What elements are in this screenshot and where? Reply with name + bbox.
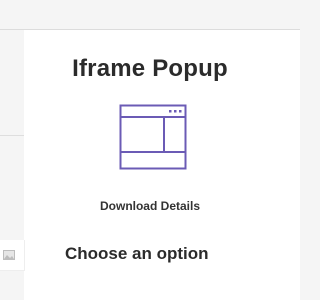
page: Iframe Popup Download Details Choose an … bbox=[0, 0, 300, 300]
popup-title: Iframe Popup bbox=[72, 55, 228, 82]
image-placeholder-icon bbox=[3, 250, 15, 260]
download-details-link[interactable]: Download Details bbox=[0, 199, 300, 213]
side-thumbnail[interactable] bbox=[0, 240, 25, 271]
browser-window-icon bbox=[119, 104, 187, 170]
choose-option-heading: Choose an option bbox=[65, 244, 209, 263]
